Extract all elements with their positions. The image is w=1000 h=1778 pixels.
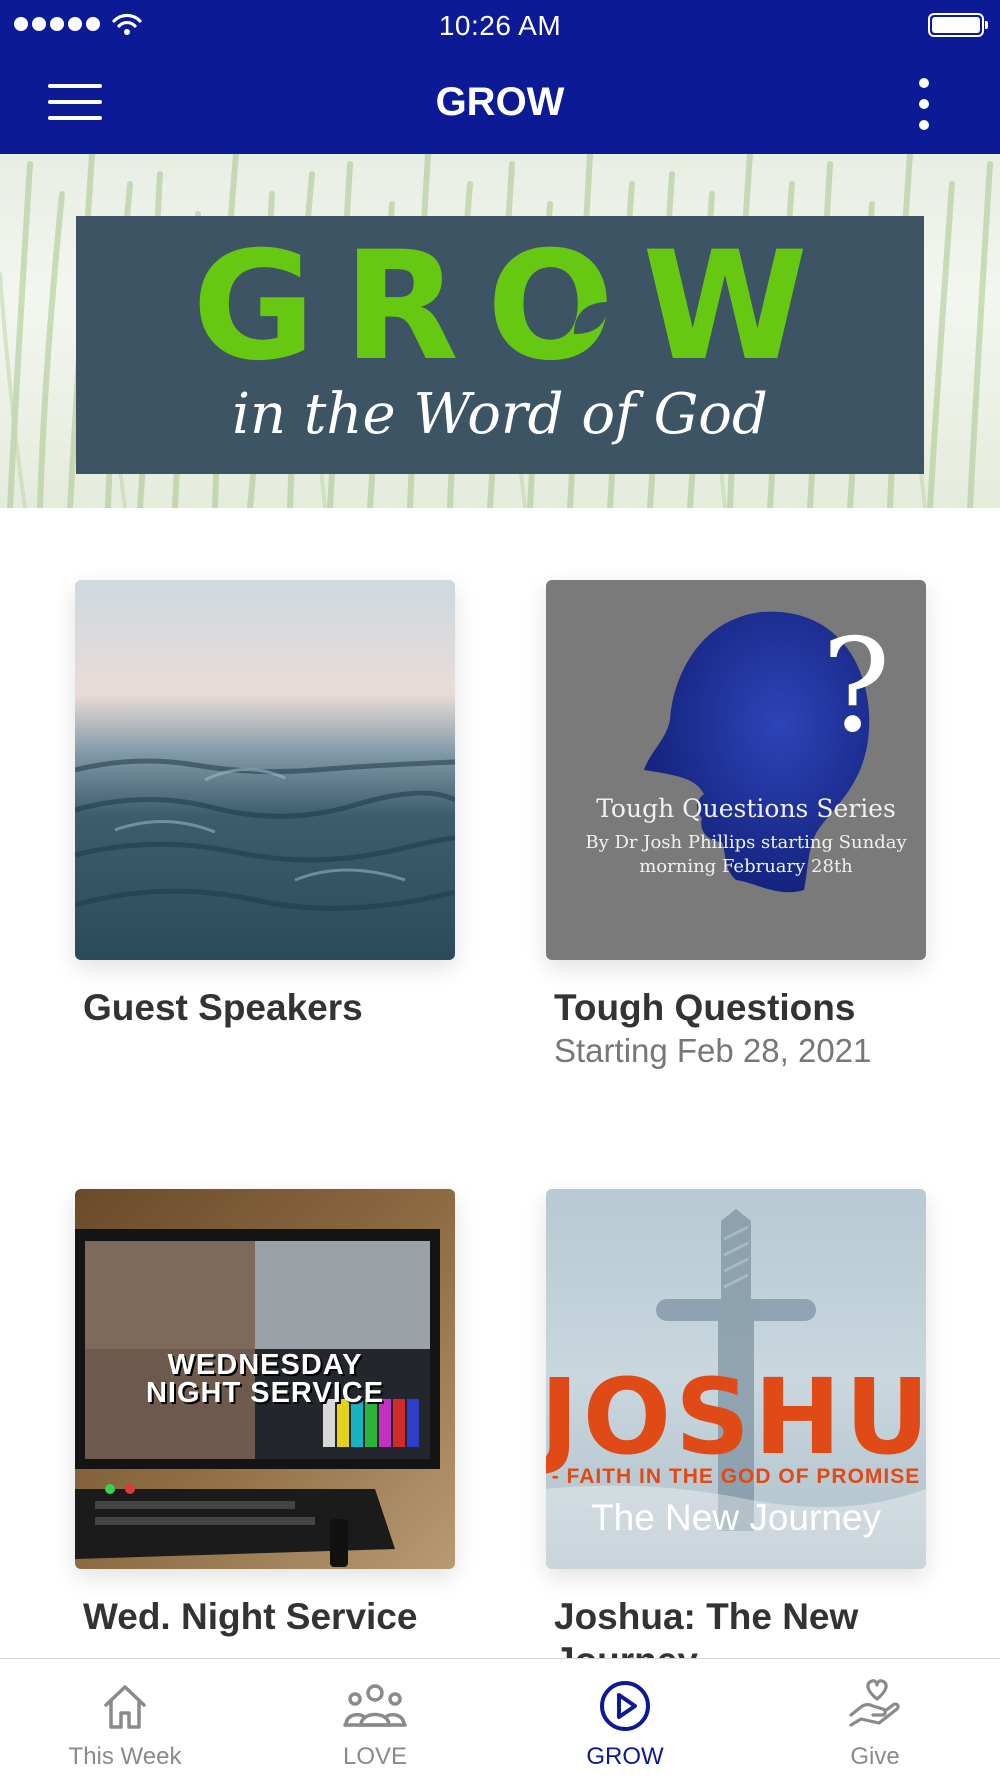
card-title: Wed. Night Service [83,1596,418,1637]
card-title: Joshua: The New Journey [554,1596,859,1658]
card-subtitle: Starting Feb 28, 2021 [554,1032,872,1069]
tab-label: This Week [68,1743,182,1770]
tab-grow[interactable]: GROW [500,1659,750,1778]
tab-label: Give [850,1743,900,1770]
bottom-tab-bar: This Week LOVE GROW Give [0,1658,1000,1778]
tab-love[interactable]: LOVE [250,1659,500,1778]
joshua-tagline-text: - FAITH IN THE GOD OF PROMISE [551,1465,921,1488]
grow-logo-text: GROW [192,220,836,394]
joshua-image[interactable]: JOSHUA - FAITH IN THE GOD OF PROMISE The… [546,1189,926,1569]
series-card-tough-questions[interactable]: ? Tough Questions Series By Dr Josh Phil… [546,580,926,1072]
hamburger-menu-icon[interactable] [48,84,104,124]
grow-logo-card: GROW in the Word of God [76,216,924,474]
night-service-text: NIGHT SERVICE [145,1377,385,1409]
series-card-joshua[interactable]: JOSHUA - FAITH IN THE GOD OF PROMISE The… [546,1189,926,1658]
series-card-wed-night-service[interactable]: WEDNESDAY NIGHT SERVICE Wed. Night Servi… [75,1189,455,1639]
play-circle-icon [600,1681,650,1731]
wed-night-service-image[interactable]: WEDNESDAY NIGHT SERVICE [75,1189,455,1569]
page-title: GROW [435,80,565,124]
grow-banner: GROW in the Word of God [0,154,1000,508]
tab-this-week[interactable]: This Week [0,1659,250,1778]
card-title: Tough Questions [554,987,856,1028]
people-group-icon [343,1684,407,1727]
wednesday-text: WEDNESDAY [167,1349,363,1381]
card-title: Guest Speakers [83,987,363,1028]
grow-tagline: in the Word of God [232,382,768,447]
top-navigation-bar: GROW [0,52,1000,154]
series-card-guest-speakers[interactable]: Guest Speakers [75,580,455,1030]
tab-label: LOVE [342,1743,408,1770]
series-grid: Guest Speakers ? Tough Questions Series … [0,508,1000,1658]
battery-icon [928,13,988,37]
guest-speakers-image[interactable] [75,580,455,960]
tough-questions-byline-1: By Dr Josh Phillips starting Sunday [585,832,907,853]
hand-heart-icon [849,1679,900,1727]
new-journey-text: The New Journey [591,1497,881,1538]
joshua-title-text: JOSHUA [546,1356,926,1478]
tough-questions-byline-2: morning February 28th [639,856,853,877]
tab-label: GROW [586,1743,664,1770]
tough-questions-series-heading: Tough Questions Series [596,794,896,823]
question-mark: ? [821,612,891,761]
ocean-waves-graphic [75,758,455,911]
leaf-icon [574,302,608,334]
status-time: 10:26 AM [438,10,562,41]
tough-questions-image[interactable]: ? Tough Questions Series By Dr Josh Phil… [546,580,926,960]
home-icon [104,1685,146,1729]
tab-give[interactable]: Give [750,1659,1000,1778]
status-bar: 10:26 AM [0,0,1000,52]
more-options-icon[interactable] [910,76,938,132]
